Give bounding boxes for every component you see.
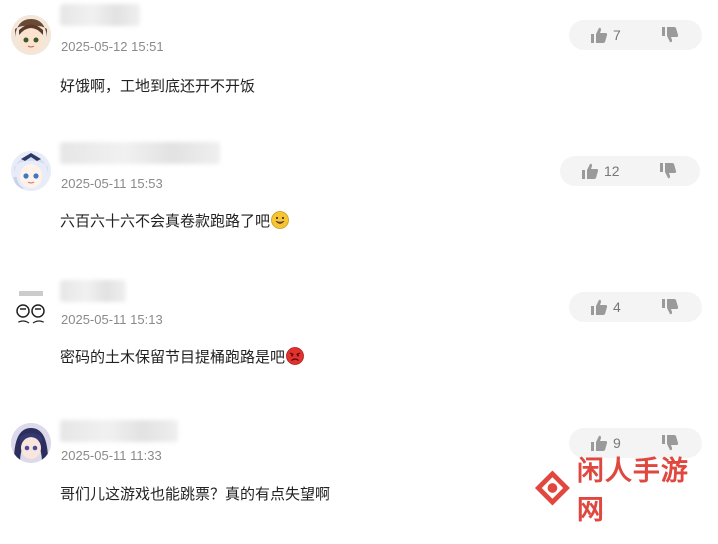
- comment-item: 2025-05-11 15:13 密码的土木保留节目提桶跑路是吧 4: [0, 272, 718, 408]
- comment-timestamp: 2025-05-11 15:13: [61, 312, 163, 327]
- comment-text: 密码的土木保留节目提桶跑路是吧: [60, 346, 304, 367]
- site-watermark: 闲人手游网: [533, 456, 713, 526]
- comment-text-content: 密码的土木保留节目提桶跑路是吧: [60, 348, 286, 366]
- comment-text-content: 六百六十六不会真卷款跑路了吧: [60, 212, 271, 230]
- comment-timestamp: 2025-05-11 15:53: [61, 176, 163, 191]
- username-redacted: [60, 4, 140, 26]
- comment-text: 六百六十六不会真卷款跑路了吧: [60, 210, 289, 231]
- like-count: 12: [604, 163, 620, 179]
- watermark-logo-icon: [534, 470, 570, 506]
- avatar-image: [11, 423, 51, 463]
- vote-box: 7: [569, 20, 702, 50]
- thumbs-down-icon[interactable]: [660, 297, 680, 317]
- comment-timestamp: 2025-05-12 15:51: [61, 39, 164, 54]
- avatar-image: [11, 15, 51, 55]
- thumbs-up-icon: [591, 27, 608, 43]
- like-count: 4: [613, 299, 621, 315]
- username-redacted: [60, 420, 178, 442]
- like-button[interactable]: 4: [589, 292, 621, 322]
- like-count: 7: [613, 27, 621, 43]
- thumbs-down-icon[interactable]: [660, 25, 680, 45]
- like-button[interactable]: 12: [580, 156, 620, 186]
- avatar[interactable]: [11, 151, 51, 191]
- avatar[interactable]: [11, 15, 51, 55]
- vote-box: 4: [569, 292, 702, 322]
- username-redacted: [60, 142, 220, 164]
- comment-item: 2025-05-12 15:51 好饿啊，工地到底还开不开饭 7: [0, 0, 718, 136]
- comment-item: 2025-05-11 15:53 六百六十六不会真卷款跑路了吧 12: [0, 136, 718, 272]
- username-redacted: [60, 280, 126, 302]
- watermark-text: 闲人手游网: [576, 456, 689, 526]
- comment-text-content: 好饿啊，工地到底还开不开饭: [60, 77, 256, 95]
- avatar[interactable]: [11, 423, 51, 463]
- thumbs-up-icon: [591, 299, 608, 315]
- angry-face-emoji-icon: [286, 347, 304, 365]
- avatar-image: [11, 287, 51, 327]
- comment-text: 好饿啊，工地到底还开不开饭: [60, 75, 255, 96]
- comment-text: 哥们儿这游戏也能跳票？真的有点失望啊: [60, 483, 330, 504]
- thumbs-up-icon: [582, 163, 599, 179]
- comment-timestamp: 2025-05-11 11:33: [61, 448, 162, 463]
- vote-box: 12: [560, 156, 700, 186]
- like-button[interactable]: 7: [589, 20, 621, 50]
- comment-text-content: 哥们儿这游戏也能跳票？真的有点失望啊: [60, 485, 331, 503]
- grinning-face-emoji-icon: [271, 211, 289, 229]
- avatar[interactable]: [11, 287, 51, 327]
- avatar-image: [11, 151, 51, 191]
- thumbs-down-icon[interactable]: [658, 161, 678, 181]
